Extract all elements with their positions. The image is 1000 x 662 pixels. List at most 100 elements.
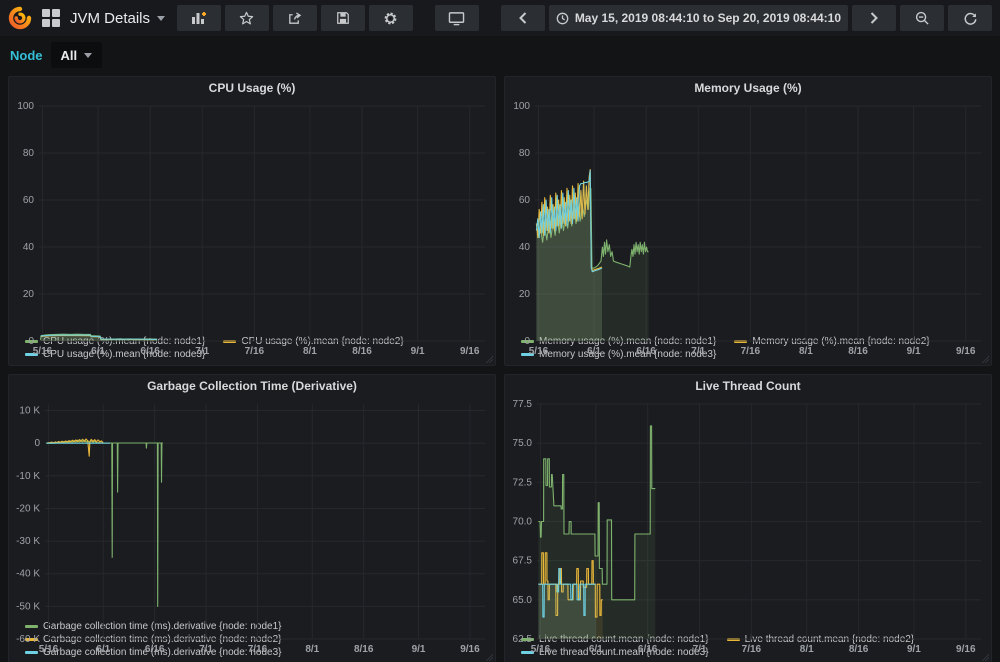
panel-title[interactable]: Live Thread Count (505, 375, 991, 398)
dashboard-title[interactable]: JVM Details (70, 10, 165, 27)
template-variable-label: Node (10, 48, 43, 63)
dashboards-grid-icon[interactable] (42, 9, 60, 27)
add-panel-button[interactable] (177, 5, 221, 31)
svg-text:60: 60 (23, 195, 35, 206)
svg-text:100: 100 (513, 101, 530, 112)
svg-text:72.5: 72.5 (513, 477, 533, 488)
panel-resize-handle[interactable] (485, 653, 493, 661)
svg-text:5/16: 5/16 (39, 644, 59, 655)
svg-text:5/16: 5/16 (531, 644, 551, 655)
svg-text:6/16: 6/16 (638, 644, 658, 655)
svg-text:8/16: 8/16 (848, 346, 868, 357)
svg-text:10 K: 10 K (19, 406, 40, 417)
cycle-view-mode-button[interactable] (435, 5, 479, 31)
star-dashboard-button[interactable] (225, 5, 269, 31)
panel-gc-time: Garbage Collection Time (Derivative) 10 … (8, 374, 496, 662)
panel-resize-handle[interactable] (981, 355, 989, 363)
svg-text:5/16: 5/16 (33, 346, 53, 357)
refresh-icon (963, 11, 978, 26)
grafana-logo[interactable] (8, 6, 32, 30)
chevron-left-icon (519, 12, 527, 24)
svg-text:8/1: 8/1 (800, 644, 814, 655)
panel-cpu-usage: CPU Usage (%) 0204060801005/166/16/167/1… (8, 76, 496, 366)
svg-text:9/1: 9/1 (907, 346, 921, 357)
svg-text:77.5: 77.5 (513, 399, 533, 410)
template-variable-value: All (61, 48, 78, 63)
template-variable-dropdown[interactable]: All (51, 42, 103, 68)
gear-icon (383, 11, 398, 26)
time-range-text: May 15, 2019 08:44:10 to Sep 20, 2019 08… (575, 11, 841, 25)
panel-live-thread-count: Live Thread Count 62.565.067.570.072.575… (504, 374, 992, 662)
panel-title[interactable]: Garbage Collection Time (Derivative) (9, 375, 495, 398)
svg-text:8/1: 8/1 (799, 346, 813, 357)
chevron-down-icon (157, 16, 165, 21)
panel-title[interactable]: CPU Usage (%) (9, 77, 495, 100)
svg-text:6/16: 6/16 (145, 644, 165, 655)
svg-text:40: 40 (519, 242, 531, 253)
svg-text:20: 20 (23, 289, 35, 300)
svg-text:9/16: 9/16 (956, 644, 976, 655)
time-range-picker[interactable]: May 15, 2019 08:44:10 to Sep 20, 2019 08… (549, 5, 848, 31)
svg-text:7/1: 7/1 (195, 346, 209, 357)
svg-text:80: 80 (23, 148, 35, 159)
dashboard-settings-button[interactable] (369, 5, 413, 31)
svg-text:6/1: 6/1 (587, 346, 601, 357)
svg-text:9/16: 9/16 (460, 644, 480, 655)
svg-text:7/1: 7/1 (691, 346, 705, 357)
svg-text:5/16: 5/16 (529, 346, 549, 357)
svg-text:-50 K: -50 K (16, 601, 40, 612)
svg-text:6/1: 6/1 (91, 346, 105, 357)
svg-text:7/1: 7/1 (693, 644, 707, 655)
svg-text:62.5: 62.5 (513, 634, 533, 645)
share-icon (287, 11, 302, 26)
svg-text:60: 60 (519, 195, 531, 206)
chevron-right-icon (870, 12, 878, 24)
svg-text:20: 20 (519, 289, 531, 300)
svg-text:0: 0 (34, 438, 40, 449)
svg-text:7/16: 7/16 (742, 644, 762, 655)
svg-text:8/16: 8/16 (352, 346, 372, 357)
monitor-icon (448, 11, 465, 26)
add-panel-icon (191, 11, 207, 25)
svg-text:7/16: 7/16 (245, 346, 265, 357)
save-dashboard-button[interactable] (321, 5, 365, 31)
cpu-usage-chart[interactable]: 0204060801005/166/16/167/17/168/18/169/1… (9, 100, 495, 334)
svg-text:8/16: 8/16 (849, 644, 869, 655)
time-back-button[interactable] (501, 5, 545, 31)
svg-text:80: 80 (519, 148, 531, 159)
svg-text:6/16: 6/16 (636, 346, 656, 357)
svg-text:7/1: 7/1 (199, 644, 213, 655)
dashboard-grid: CPU Usage (%) 0 20 40 60 80 100 5/16 6/1 6/16 7/1… (0, 74, 1000, 662)
svg-text:9/1: 9/1 (411, 346, 425, 357)
svg-text:100: 100 (17, 101, 34, 112)
svg-text:70.0: 70.0 (513, 517, 533, 528)
gc-time-chart[interactable]: 10 K0-10 K-20 K-30 K-40 K-50 K-60 K5/166… (9, 398, 495, 619)
memory-usage-chart[interactable]: 0204060801005/166/16/167/17/168/18/169/1… (505, 100, 991, 334)
svg-text:67.5: 67.5 (513, 556, 533, 567)
time-forward-button[interactable] (852, 5, 896, 31)
svg-text:7/16: 7/16 (741, 346, 761, 357)
svg-text:40: 40 (23, 242, 35, 253)
svg-text:7/16: 7/16 (248, 644, 268, 655)
svg-text:6/16: 6/16 (140, 346, 160, 357)
svg-text:9/1: 9/1 (907, 644, 921, 655)
save-icon (336, 11, 350, 25)
dashboard-title-text: JVM Details (70, 10, 150, 27)
svg-text:8/16: 8/16 (354, 644, 374, 655)
svg-text:8/1: 8/1 (305, 644, 319, 655)
share-dashboard-button[interactable] (273, 5, 317, 31)
svg-text:9/1: 9/1 (412, 644, 426, 655)
svg-text:8/1: 8/1 (303, 346, 317, 357)
refresh-button[interactable] (948, 5, 992, 31)
svg-text:9/16: 9/16 (956, 346, 976, 357)
svg-text:6/1: 6/1 (96, 644, 110, 655)
svg-text:-60 K: -60 K (16, 634, 40, 645)
panel-resize-handle[interactable] (981, 653, 989, 661)
zoom-out-time-button[interactable] (900, 5, 944, 31)
svg-text:9/16: 9/16 (460, 346, 480, 357)
panel-resize-handle[interactable] (485, 355, 493, 363)
live-thread-count-chart[interactable]: 62.565.067.570.072.575.077.55/166/16/167… (505, 398, 991, 632)
panel-memory-usage: Memory Usage (%) 0204060801005/166/16/16… (504, 76, 992, 366)
star-icon (239, 11, 254, 26)
panel-title[interactable]: Memory Usage (%) (505, 77, 991, 100)
